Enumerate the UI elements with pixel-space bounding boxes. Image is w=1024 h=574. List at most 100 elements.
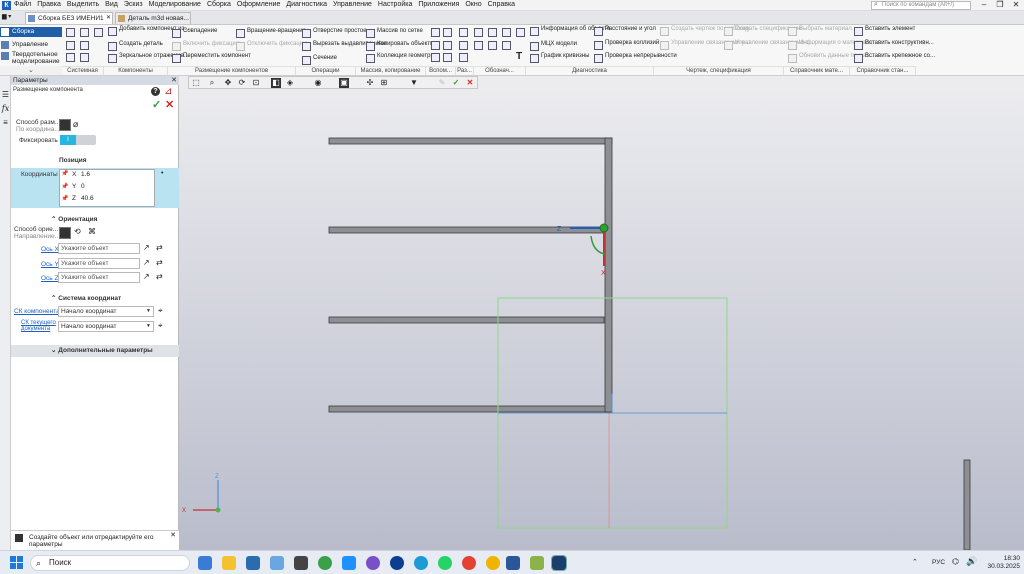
selection-filter-icon[interactable]: ⊞ [379,78,389,88]
menu-item[interactable]: Диагностика [286,1,327,8]
tab-part[interactable]: Деталь m3d новая... [115,12,191,24]
menu-item[interactable]: Моделирование [149,1,201,8]
coord-y-value[interactable]: 0 [81,183,85,190]
close-icon[interactable]: ✕ [1008,0,1024,11]
toolbar-cancel-icon[interactable]: ✕ [465,78,475,88]
plane-icon[interactable] [431,28,440,37]
edge-app-icon[interactable] [414,556,428,570]
menu-item[interactable]: Оформление [237,1,280,8]
shelf-2[interactable] [328,226,605,234]
tray-chevron-icon[interactable]: ⌃ [912,558,918,566]
open-icon[interactable] [80,28,89,37]
menu-item[interactable]: Файл [14,1,31,8]
telegram-app-icon[interactable] [342,556,356,570]
triad-rotation-arc[interactable] [590,235,606,255]
cs-document-link[interactable]: СК текущего документа [21,320,57,332]
axis-z-input[interactable]: Укажите объект [58,272,140,283]
command-search-input[interactable]: Поиск по командам (Alt+/) [871,1,971,10]
copy-objects-button[interactable]: Копировать объекты [366,41,434,53]
continuity-check-button[interactable]: Проверка непрерывности [594,53,677,65]
variables-icon[interactable]: fx [1,104,10,113]
axis-z-direction-icon[interactable]: ↗ [143,272,150,281]
menu-item[interactable]: Окно [465,1,481,8]
coord-x-value[interactable]: 1.6 [81,171,90,178]
axis-x-link[interactable]: Ось X [41,246,59,253]
tree-icon[interactable]: ☰ [1,90,10,99]
collapse-cs-icon[interactable]: ⌃ [51,295,56,302]
side-panel[interactable] [604,137,613,413]
chrome-alt-app-icon[interactable] [486,556,500,570]
mark-icon[interactable] [502,41,511,50]
coincidence-button[interactable]: Совпадение [172,28,217,40]
menu-item[interactable]: Эскиз [124,1,143,8]
tolerance-icon[interactable] [488,28,497,37]
status-close-icon[interactable]: ✕ [170,532,176,539]
axis-y-link[interactable]: Ось Y [41,261,59,268]
save-icon[interactable] [80,41,89,50]
restore-icon[interactable]: ❐ [992,0,1008,11]
model-viewport[interactable]: Z X Z X [179,76,1024,550]
mass-properties-button[interactable]: МЦХ модели [530,41,577,53]
filter-snap-icon[interactable]: ✣ [365,78,375,88]
cs-document-pick-icon[interactable]: ⌖ [158,321,163,331]
triad-origin[interactable] [599,223,609,233]
extra-params-header[interactable]: ⌄ Дополнительные параметры [11,345,179,357]
pin-icon[interactable]: ⊿ [164,86,172,97]
collapse-orientation-icon[interactable]: ⌃ [51,216,56,223]
taskbar-search[interactable]: ⌕ Поиск [30,555,190,571]
display-style-icon[interactable]: ◈ [285,78,295,88]
enable-fix-button[interactable]: Включить фиксацию [172,41,240,53]
volume-icon[interactable]: 🔊 [966,556,977,567]
kompas-app-icon[interactable] [551,555,567,571]
filter-icon[interactable]: ▼ [409,78,419,88]
photos-app-icon[interactable] [270,556,284,570]
sketch-icon[interactable] [443,28,452,37]
coord-z-value[interactable]: 40.6 [81,195,94,202]
rotation-rotation-button[interactable]: Вращение-вращение [236,28,306,40]
axis-y-input[interactable]: Укажите объект [58,258,140,269]
axis-x-input[interactable]: Укажите объект [58,243,140,254]
fit-icon[interactable]: ⊡ [251,78,261,88]
tab-assembly[interactable]: Сборка БЕЗ ИМЕНИ1 ✕ [25,12,113,24]
cs-component-link[interactable]: СК компонента [14,308,60,315]
far-panel[interactable] [963,459,971,550]
shelf-3[interactable] [328,316,605,324]
axis-icon[interactable] [431,41,440,50]
layers-icon[interactable]: ≡ [1,118,10,127]
word-app-icon[interactable] [506,556,520,570]
properties-icon[interactable] [66,53,75,62]
insert-element-button[interactable]: Вставить элемент [854,26,915,38]
menu-item[interactable]: Вид [105,1,118,8]
orient-by-axes-icon[interactable] [59,227,71,239]
cs-component-select[interactable]: Начало координат [58,306,154,317]
ok-icon[interactable]: ✓ [152,98,161,111]
new-document-icon[interactable] [66,28,75,37]
orientation-icon[interactable]: ◧ [271,78,281,88]
network-icon[interactable]: ⌬ [952,557,959,566]
apply-disabled-icon[interactable]: ✎ [437,78,447,88]
language-indicator[interactable]: РУС [932,559,945,566]
axis-z-reverse-icon[interactable]: ⇄ [156,272,163,281]
disable-fix-button[interactable]: Отключить фиксацию [236,41,308,53]
menu-item[interactable]: Справка [488,1,515,8]
menu-item[interactable]: Управление [333,1,372,8]
cs-icon[interactable] [443,53,452,62]
menu-item[interactable]: Приложения [418,1,459,8]
fix-toggle[interactable]: I [60,135,96,145]
axis-x-direction-icon[interactable]: ↗ [143,243,150,252]
ribbon-collapse-icon[interactable]: ⌄ [0,66,62,75]
cs-document-select[interactable]: Начало координат [58,321,154,332]
curve-icon[interactable] [443,41,452,50]
grid-array-button[interactable]: Массив по сетке [366,28,423,40]
axis-y-reverse-icon[interactable]: ⇄ [156,258,163,267]
help-icon[interactable]: ? [151,87,160,96]
undo-icon[interactable] [80,53,89,62]
pan-icon[interactable]: ✥ [223,78,233,88]
torrent-app-icon[interactable] [318,556,332,570]
simple-hole-button[interactable]: Отверстие простое [302,28,367,40]
collision-check-button[interactable]: Проверка коллизий [594,40,659,52]
store-app-icon[interactable] [246,556,260,570]
text-tool-icon[interactable]: T [516,51,522,62]
axis-z-link[interactable]: Ось Z [41,275,58,282]
viber-app-icon[interactable] [366,556,380,570]
